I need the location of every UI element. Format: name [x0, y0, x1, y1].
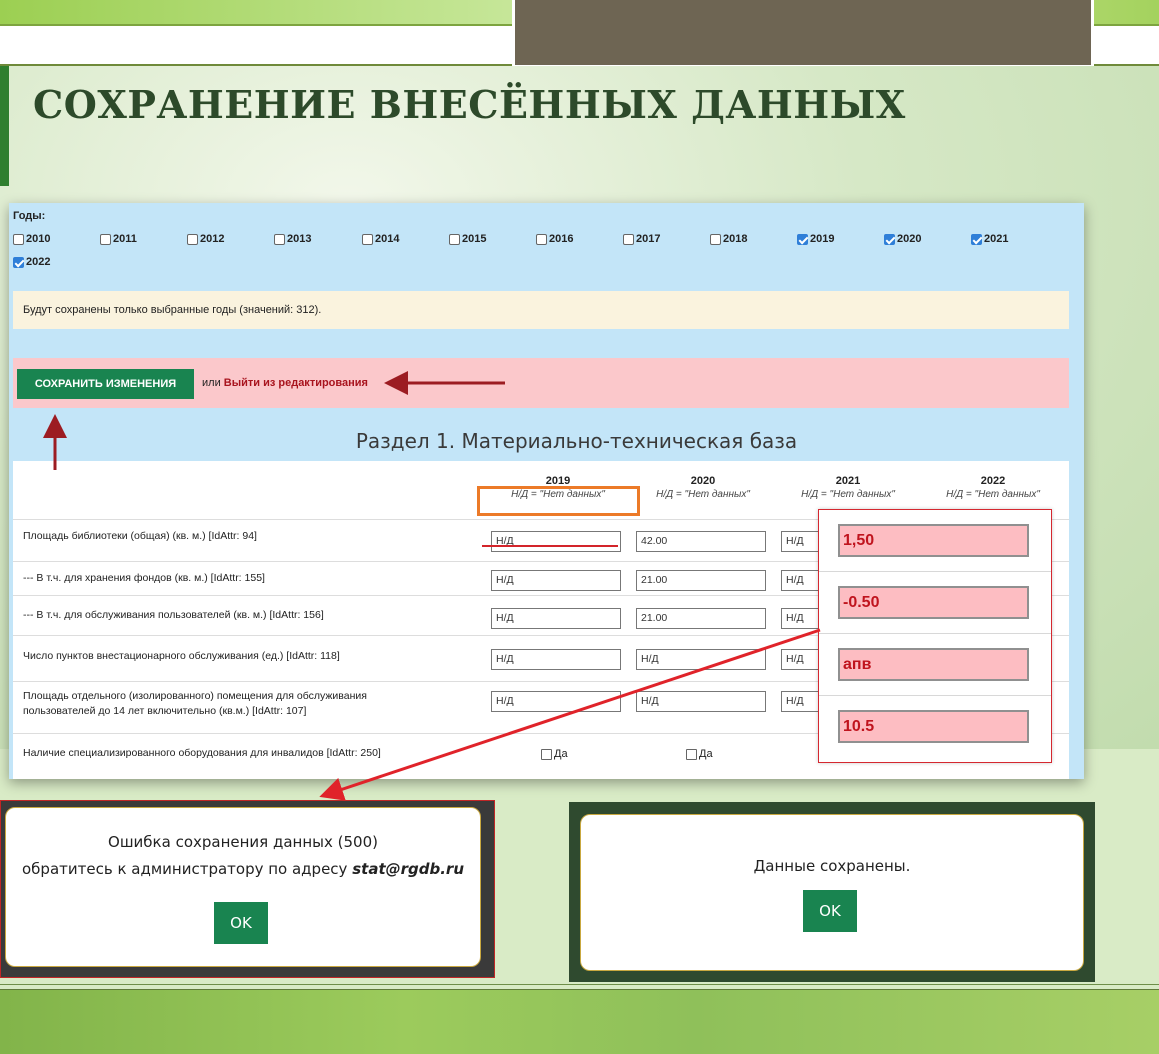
exit-editing-link[interactable]: Выйти из редактирования: [224, 377, 368, 389]
field-underline-highlight: [482, 545, 618, 547]
checkbox[interactable]: [797, 233, 808, 245]
checkbox[interactable]: [686, 748, 697, 760]
checkbox[interactable]: [274, 233, 285, 245]
year-checkbox-2010[interactable]: 2010: [13, 233, 50, 245]
invalid-input[interactable]: 1,50: [838, 524, 1029, 557]
value-input-2021[interactable]: Н/Д: [781, 649, 821, 670]
value-input-2019[interactable]: Н/Д: [491, 649, 621, 670]
year-checkbox-2011[interactable]: 2011: [100, 233, 137, 245]
checkbox[interactable]: [449, 233, 460, 245]
slide-title: СОХРАНЕНИЕ ВНЕСЁННЫХ ДАННЫХ: [33, 82, 906, 127]
yes-checkbox-2019[interactable]: Да: [541, 748, 568, 760]
value-input-2021[interactable]: Н/Д: [781, 570, 821, 591]
error-ok-button[interactable]: OK: [214, 902, 268, 944]
or-text: или Выйти из редактирования: [202, 377, 368, 389]
value-input-2020[interactable]: 42.00: [636, 531, 766, 552]
header-strip: [0, 26, 515, 66]
checkbox[interactable]: [884, 233, 895, 245]
value-input-2019[interactable]: Н/Д: [491, 570, 621, 591]
checkbox[interactable]: [13, 233, 24, 245]
row-label: --- В т.ч. для обслуживания пользователе…: [23, 609, 324, 621]
bottom-divider: [0, 984, 1159, 985]
column-year-2021: 2021: [835, 475, 861, 487]
invalid-row: апв: [819, 634, 1051, 696]
save-changes-button[interactable]: СОХРАНИТЬ ИЗМЕНЕНИЯ: [17, 369, 194, 399]
value-input-2020[interactable]: Н/Д: [636, 649, 766, 670]
error-message-line2: обратитесь к администратору по адресу st…: [22, 860, 464, 878]
value-input-2021[interactable]: Н/Д: [781, 531, 821, 552]
error-message-line1: Ошибка сохранения данных (500): [108, 833, 378, 851]
yes-checkbox-2020[interactable]: Да: [686, 748, 713, 760]
value-input-2019[interactable]: Н/Д: [491, 691, 621, 712]
section-title: Раздел 1. Материально-техническая база: [355, 429, 798, 453]
year-checkbox-2017[interactable]: 2017: [623, 233, 660, 245]
save-bar: СОХРАНИТЬ ИЗМЕНЕНИЯ или Выйти из редакти…: [13, 358, 1069, 408]
error-dialog: Ошибка сохранения данных (500) обратитес…: [5, 807, 481, 967]
invalid-row: 1,50: [819, 510, 1051, 572]
header-dark-box: [512, 0, 1094, 68]
checkbox[interactable]: [541, 748, 552, 760]
row-label: Площадь отдельного (изолированного) поме…: [23, 690, 367, 717]
success-ok-button[interactable]: OK: [803, 890, 857, 932]
checkbox[interactable]: [623, 233, 634, 245]
value-input-2019[interactable]: Н/Д: [491, 531, 621, 552]
header-strip-right: [1093, 26, 1159, 66]
checkbox[interactable]: [536, 233, 547, 245]
checkbox[interactable]: [362, 233, 373, 245]
row-label: Площадь библиотеки (общая) (кв. м.) [IdA…: [23, 530, 257, 542]
column-year-2022: 2022: [980, 475, 1006, 487]
year-checkbox-2014[interactable]: 2014: [362, 233, 399, 245]
year-checkbox-2022[interactable]: 2022: [13, 256, 50, 268]
value-input-2021[interactable]: Н/Д: [781, 691, 821, 712]
year-checkbox-2012[interactable]: 2012: [187, 233, 224, 245]
title-accent-bar: [0, 66, 9, 186]
year-checkbox-2019[interactable]: 2019: [797, 233, 834, 245]
bottom-band: [0, 989, 1159, 1054]
checkbox[interactable]: [13, 256, 24, 268]
column-note-highlight: [477, 486, 640, 516]
year-checkbox-2015[interactable]: 2015: [449, 233, 486, 245]
years-label: Годы:: [13, 210, 46, 222]
value-input-2020[interactable]: 21.00: [636, 570, 766, 591]
year-checkbox-2020[interactable]: 2020: [884, 233, 921, 245]
checkbox[interactable]: [100, 233, 111, 245]
invalid-input[interactable]: апв: [838, 648, 1029, 681]
success-message: Данные сохранены.: [753, 857, 911, 875]
checkbox[interactable]: [187, 233, 198, 245]
invalid-row: 10.5: [819, 696, 1051, 758]
value-input-2020[interactable]: 21.00: [636, 608, 766, 629]
column-note: Н/Д = "Нет данных": [946, 489, 1040, 500]
value-input-2021[interactable]: Н/Д: [781, 608, 821, 629]
invalid-input[interactable]: -0.50: [838, 586, 1029, 619]
column-note: Н/Д = "Нет данных": [656, 489, 750, 500]
year-checkbox-2021[interactable]: 2021: [971, 233, 1008, 245]
save-notice: Будут сохранены только выбранные годы (з…: [13, 291, 1069, 329]
invalid-values-popup: 1,50 -0.50 апв 10.5: [818, 509, 1052, 763]
invalid-input[interactable]: 10.5: [838, 710, 1029, 743]
row-label: Число пунктов внестационарного обслужива…: [23, 650, 340, 662]
checkbox[interactable]: [971, 233, 982, 245]
value-input-2019[interactable]: Н/Д: [491, 608, 621, 629]
checkbox[interactable]: [710, 233, 721, 245]
row-label: --- В т.ч. для хранения фондов (кв. м.) …: [23, 572, 265, 584]
row-label: Наличие специализированного оборудования…: [23, 747, 381, 759]
year-checkbox-2013[interactable]: 2013: [274, 233, 311, 245]
admin-email: stat@rgdb.ru: [352, 860, 464, 878]
year-checkbox-2018[interactable]: 2018: [710, 233, 747, 245]
column-year-2020: 2020: [690, 475, 716, 487]
success-dialog: Данные сохранены. OK: [580, 814, 1084, 971]
year-checkbox-2016[interactable]: 2016: [536, 233, 573, 245]
invalid-row: -0.50: [819, 572, 1051, 634]
value-input-2020[interactable]: Н/Д: [636, 691, 766, 712]
column-note: Н/Д = "Нет данных": [801, 489, 895, 500]
